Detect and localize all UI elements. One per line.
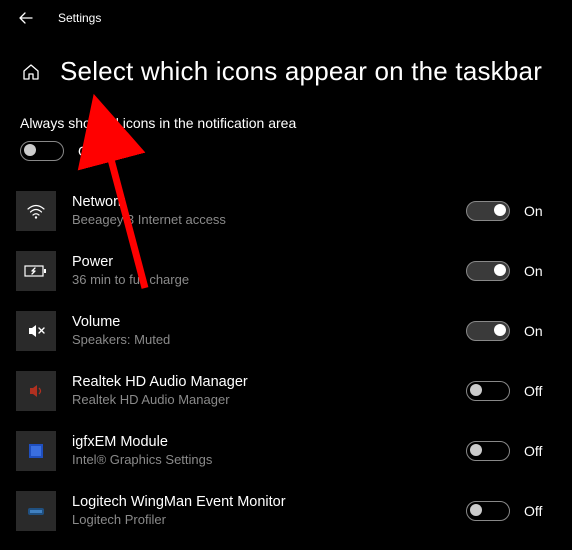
toggle-power[interactable] <box>466 261 510 281</box>
section-label: Always show all icons in the notificatio… <box>0 115 572 141</box>
list-item-igfx: igfxEM ModuleIntel® Graphics Settings Off <box>16 421 556 481</box>
list-item-realtek: Realtek HD Audio ManagerRealtek HD Audio… <box>16 361 556 421</box>
item-text: NetworkBeeagey 3 Internet access <box>72 193 466 229</box>
item-subtitle: 36 min to full charge <box>72 272 466 289</box>
page-header: Select which icons appear on the taskbar <box>0 36 572 115</box>
title-bar: Settings <box>0 0 572 36</box>
item-text: VolumeSpeakers: Muted <box>72 313 466 349</box>
page-title: Select which icons appear on the taskbar <box>60 56 542 87</box>
intel-icon <box>16 431 56 471</box>
app-title: Settings <box>58 11 101 25</box>
toggle-label: Off <box>524 503 542 519</box>
toggle-label: On <box>524 323 543 339</box>
item-subtitle: Realtek HD Audio Manager <box>72 392 466 409</box>
item-title: igfxEM Module <box>72 433 466 452</box>
item-subtitle: Speakers: Muted <box>72 332 466 349</box>
list-item-power: Power36 min to full charge On <box>16 241 556 301</box>
item-toggle-wrap: Off <box>466 381 556 401</box>
toggle-network[interactable] <box>466 201 510 221</box>
back-arrow-icon <box>19 11 33 25</box>
item-toggle-wrap: On <box>466 261 556 281</box>
item-text: igfxEM ModuleIntel® Graphics Settings <box>72 433 466 469</box>
item-toggle-wrap: Off <box>466 441 556 461</box>
item-title: Volume <box>72 313 466 332</box>
list-item-network: NetworkBeeagey 3 Internet access On <box>16 181 556 241</box>
home-icon[interactable] <box>20 61 42 83</box>
item-toggle-wrap: On <box>466 201 556 221</box>
icon-list: NetworkBeeagey 3 Internet accessOnPower3… <box>0 181 572 541</box>
toggle-label: Off <box>524 383 542 399</box>
toggle-realtek[interactable] <box>466 381 510 401</box>
item-subtitle: Intel® Graphics Settings <box>72 452 466 469</box>
toggle-label: Off <box>524 443 542 459</box>
item-text: Logitech WingMan Event MonitorLogitech P… <box>72 493 466 529</box>
battery-icon <box>16 251 56 291</box>
item-subtitle: Logitech Profiler <box>72 512 466 529</box>
toggle-label: On <box>524 263 543 279</box>
speaker-icon <box>16 371 56 411</box>
item-text: Realtek HD Audio ManagerRealtek HD Audio… <box>72 373 466 409</box>
master-toggle-row: Off <box>0 141 572 181</box>
toggle-label: On <box>524 203 543 219</box>
toggle-logitech[interactable] <box>466 501 510 521</box>
item-title: Logitech WingMan Event Monitor <box>72 493 466 512</box>
item-title: Network <box>72 193 466 212</box>
item-title: Power <box>72 253 466 272</box>
list-item-volume: VolumeSpeakers: Muted On <box>16 301 556 361</box>
item-title: Realtek HD Audio Manager <box>72 373 466 392</box>
toggle-igfx[interactable] <box>466 441 510 461</box>
logitech-icon <box>16 491 56 531</box>
back-button[interactable] <box>12 4 40 32</box>
wifi-icon <box>16 191 56 231</box>
item-toggle-wrap: On <box>466 321 556 341</box>
item-text: Power36 min to full charge <box>72 253 466 289</box>
master-toggle-label: Off <box>78 143 96 159</box>
item-subtitle: Beeagey 3 Internet access <box>72 212 466 229</box>
toggle-volume[interactable] <box>466 321 510 341</box>
item-toggle-wrap: Off <box>466 501 556 521</box>
master-toggle[interactable] <box>20 141 64 161</box>
list-item-logitech: Logitech WingMan Event MonitorLogitech P… <box>16 481 556 541</box>
volume-muted-icon <box>16 311 56 351</box>
